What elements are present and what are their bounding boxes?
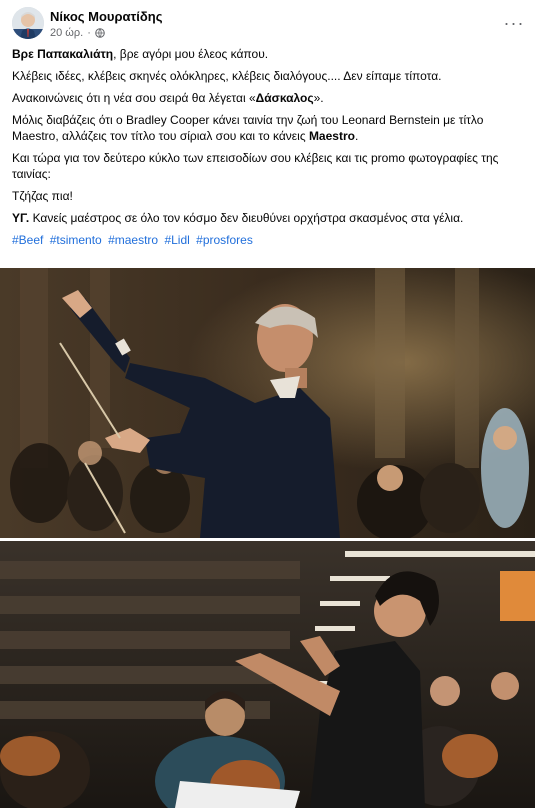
author-avatar[interactable] [12,7,44,39]
facebook-post: Νίκος Μουρατίδης 20 ώρ. · ··· Βρε Παπακα… [0,0,535,808]
post-text-bold: Βρε Παπακαλιάτη [12,47,114,61]
post-text-segment: Κανείς μαέστρος σε όλο τον κόσμο δεν διε… [29,211,464,225]
post-text-bold: ΥΓ. [12,211,30,225]
photo-image [0,268,535,538]
post-photo-conductor-rehearsal[interactable] [0,541,535,808]
globe-icon[interactable] [95,28,105,38]
hashtag-link[interactable]: #Beef [12,233,43,247]
post-paragraph: Και τώρα για τον δεύτερο κύκλο των επεισ… [12,151,499,181]
more-horizontal-icon: ··· [503,13,525,33]
photo-image [0,541,535,808]
post-paragraph: Ανακοινώνεις ότι η νέα σου σειρά θα λέγε… [12,90,525,106]
post-text-segment: . [354,129,359,143]
post-photo-conductor-concert[interactable] [0,268,535,538]
post-paragraph: Βρε Παπακαλιάτη, βρε αγόρι μου έλεος κάπ… [12,46,525,62]
post-text-segment: Ανακοινώνεις ότι η νέα σου σειρά θα λέγε… [12,91,256,105]
post-text: Βρε Παπακαλιάτη, βρε αγόρι μου έλεος κάπ… [12,46,525,254]
hashtag-link[interactable]: #tsimento [50,233,102,247]
post-header: Νίκος Μουρατίδης 20 ώρ. · ··· [0,0,535,44]
hashtag-link[interactable]: #maestro [108,233,158,247]
author-name[interactable]: Νίκος Μουρατίδης [50,9,163,24]
post-text-bold: Maestro [308,129,355,143]
more-options-button[interactable]: ··· [503,12,525,34]
hashtag-list: #Beef #tsimento #maestro #Lidl #prosfore… [12,232,525,248]
post-text-segment: Μόλις διαβάζεις ότι ο Bradley Cooper κάν… [12,113,484,143]
post-text-segment: , βρε αγόρι μου έλεος κάπου. [113,47,269,61]
hashtag-link[interactable]: #prosfores [196,233,253,247]
post-time[interactable]: 20 ώρ. [50,27,83,39]
avatar-image [12,7,44,39]
post-meta: 20 ώρ. · [50,27,105,39]
hashtag-link[interactable]: #Lidl [164,233,189,247]
post-paragraph: Κλέβεις ιδέες, κλέβεις σκηνές ολόκληρες,… [12,69,442,83]
meta-separator: · [87,27,91,39]
post-paragraph: Τζήζας πια! [12,189,73,203]
post-text-bold: Δάσκαλος [255,91,314,105]
post-paragraph: Μόλις διαβάζεις ότι ο Bradley Cooper κάν… [12,112,525,144]
post-paragraph: ΥΓ. Κανείς μαέστρος σε όλο τον κόσμο δεν… [12,210,525,226]
post-text-segment: ». [313,91,324,105]
